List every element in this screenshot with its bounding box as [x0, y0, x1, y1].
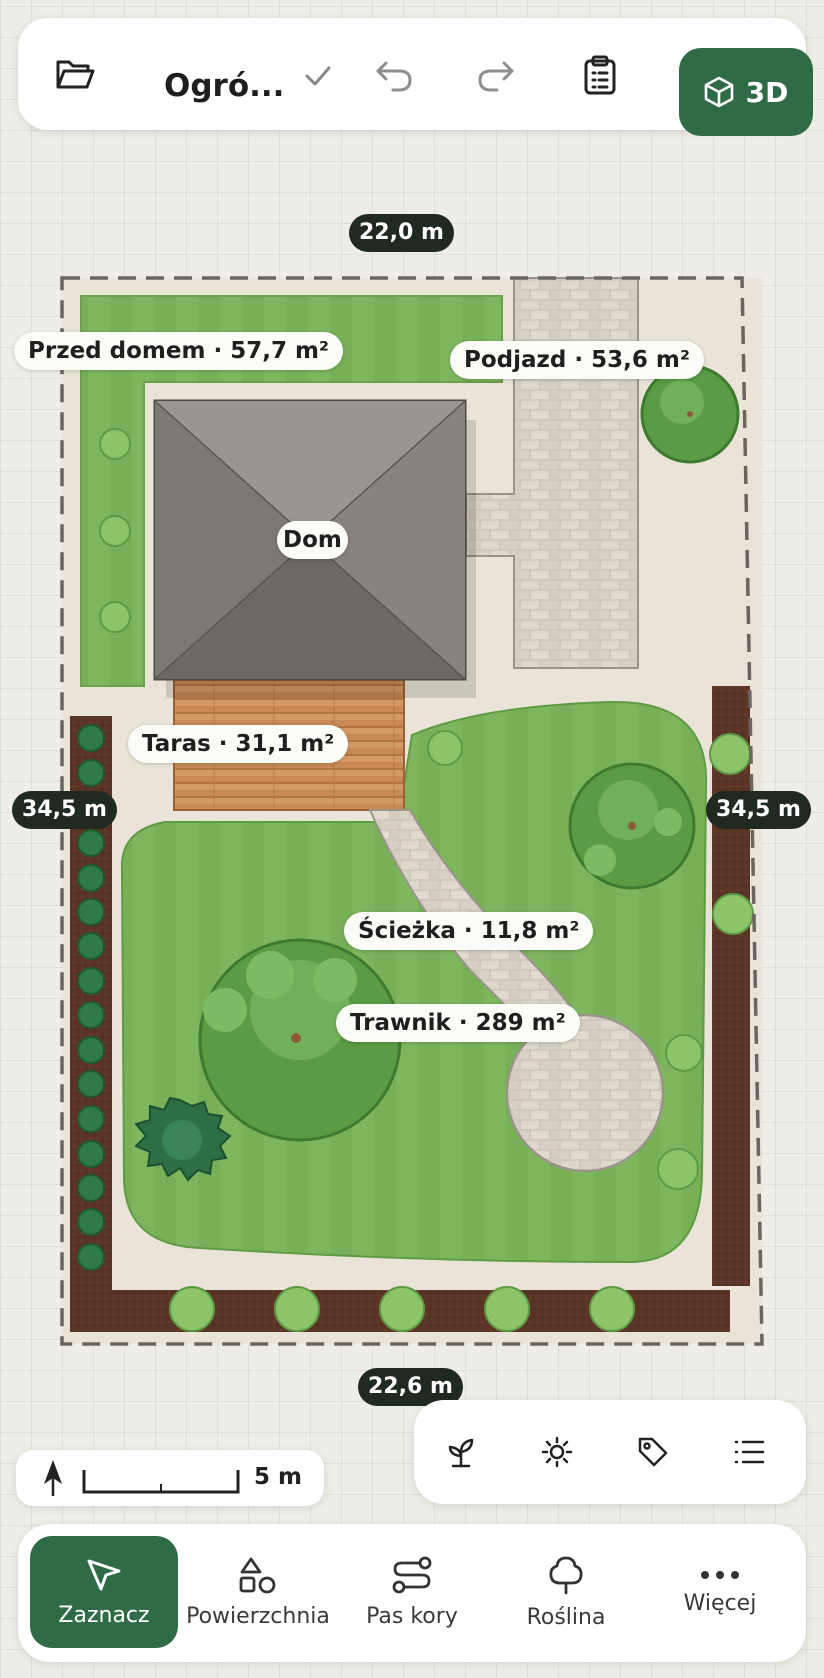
layer-tools	[414, 1400, 806, 1504]
sprout-icon[interactable]	[436, 1427, 486, 1477]
nav-plant-label: Roślina	[526, 1604, 606, 1630]
nav-mulch-strip[interactable]: Pas kory	[338, 1536, 486, 1648]
view-3d-button[interactable]: 3D	[679, 48, 813, 136]
nav-surface[interactable]: Powierzchnia	[184, 1536, 332, 1648]
tag-icon[interactable]	[628, 1427, 678, 1477]
dimension-right[interactable]: 34,5 m	[706, 791, 811, 829]
mulch-bed-right[interactable]	[712, 686, 750, 1286]
cube-icon	[704, 76, 733, 108]
sun-icon[interactable]	[532, 1427, 582, 1477]
nav-surface-label: Powierzchnia	[186, 1603, 330, 1629]
label-driveway[interactable]: Podjazd · 53,6 m²	[450, 341, 704, 379]
list-icon[interactable]	[724, 1427, 774, 1477]
tree-corner[interactable]	[640, 364, 740, 464]
nav-more[interactable]: Więcej	[646, 1536, 794, 1648]
scale-bar: 5 m	[16, 1450, 324, 1506]
label-path[interactable]: Ścieżka · 11,8 m²	[344, 912, 594, 950]
north-arrow-icon	[44, 1460, 62, 1496]
folder-open-icon[interactable]	[54, 54, 96, 96]
label-lawn[interactable]: Trawnik · 289 m²	[336, 1004, 580, 1042]
tree-icon	[549, 1556, 583, 1594]
clipboard-list-icon[interactable]	[578, 52, 622, 98]
top-toolbar: Ogró... 3D	[18, 18, 813, 136]
tree-right[interactable]	[568, 762, 696, 890]
bottom-navigation: Zaznacz Powierzchnia Pas kory Roślina Wi…	[18, 1524, 806, 1662]
more-icon	[701, 1570, 739, 1579]
label-front-lawn[interactable]: Przed domem · 57,7 m²	[14, 332, 343, 370]
nav-more-label: Więcej	[683, 1590, 757, 1616]
label-house[interactable]: Dom	[277, 521, 348, 559]
scale-ruler	[82, 1470, 240, 1494]
cursor-icon	[87, 1559, 121, 1590]
shapes-icon	[239, 1557, 276, 1593]
project-title[interactable]: Ogró...	[164, 68, 284, 104]
nav-mulch-strip-label: Pas kory	[366, 1603, 458, 1629]
redo-icon[interactable]	[474, 54, 518, 98]
nav-select[interactable]: Zaznacz	[30, 1536, 178, 1648]
view-3d-label: 3D	[745, 75, 789, 109]
path-icon	[392, 1556, 432, 1593]
undo-icon[interactable]	[372, 54, 416, 98]
label-terrace[interactable]: Taras · 31,1 m²	[128, 725, 349, 763]
dimension-left[interactable]: 34,5 m	[12, 791, 117, 829]
nav-select-label: Zaznacz	[58, 1602, 150, 1628]
check-icon	[300, 58, 336, 94]
dimension-top[interactable]: 22,0 m	[349, 214, 454, 252]
scale-value: 5 m	[254, 1464, 302, 1490]
nav-plant[interactable]: Roślina	[492, 1536, 640, 1648]
